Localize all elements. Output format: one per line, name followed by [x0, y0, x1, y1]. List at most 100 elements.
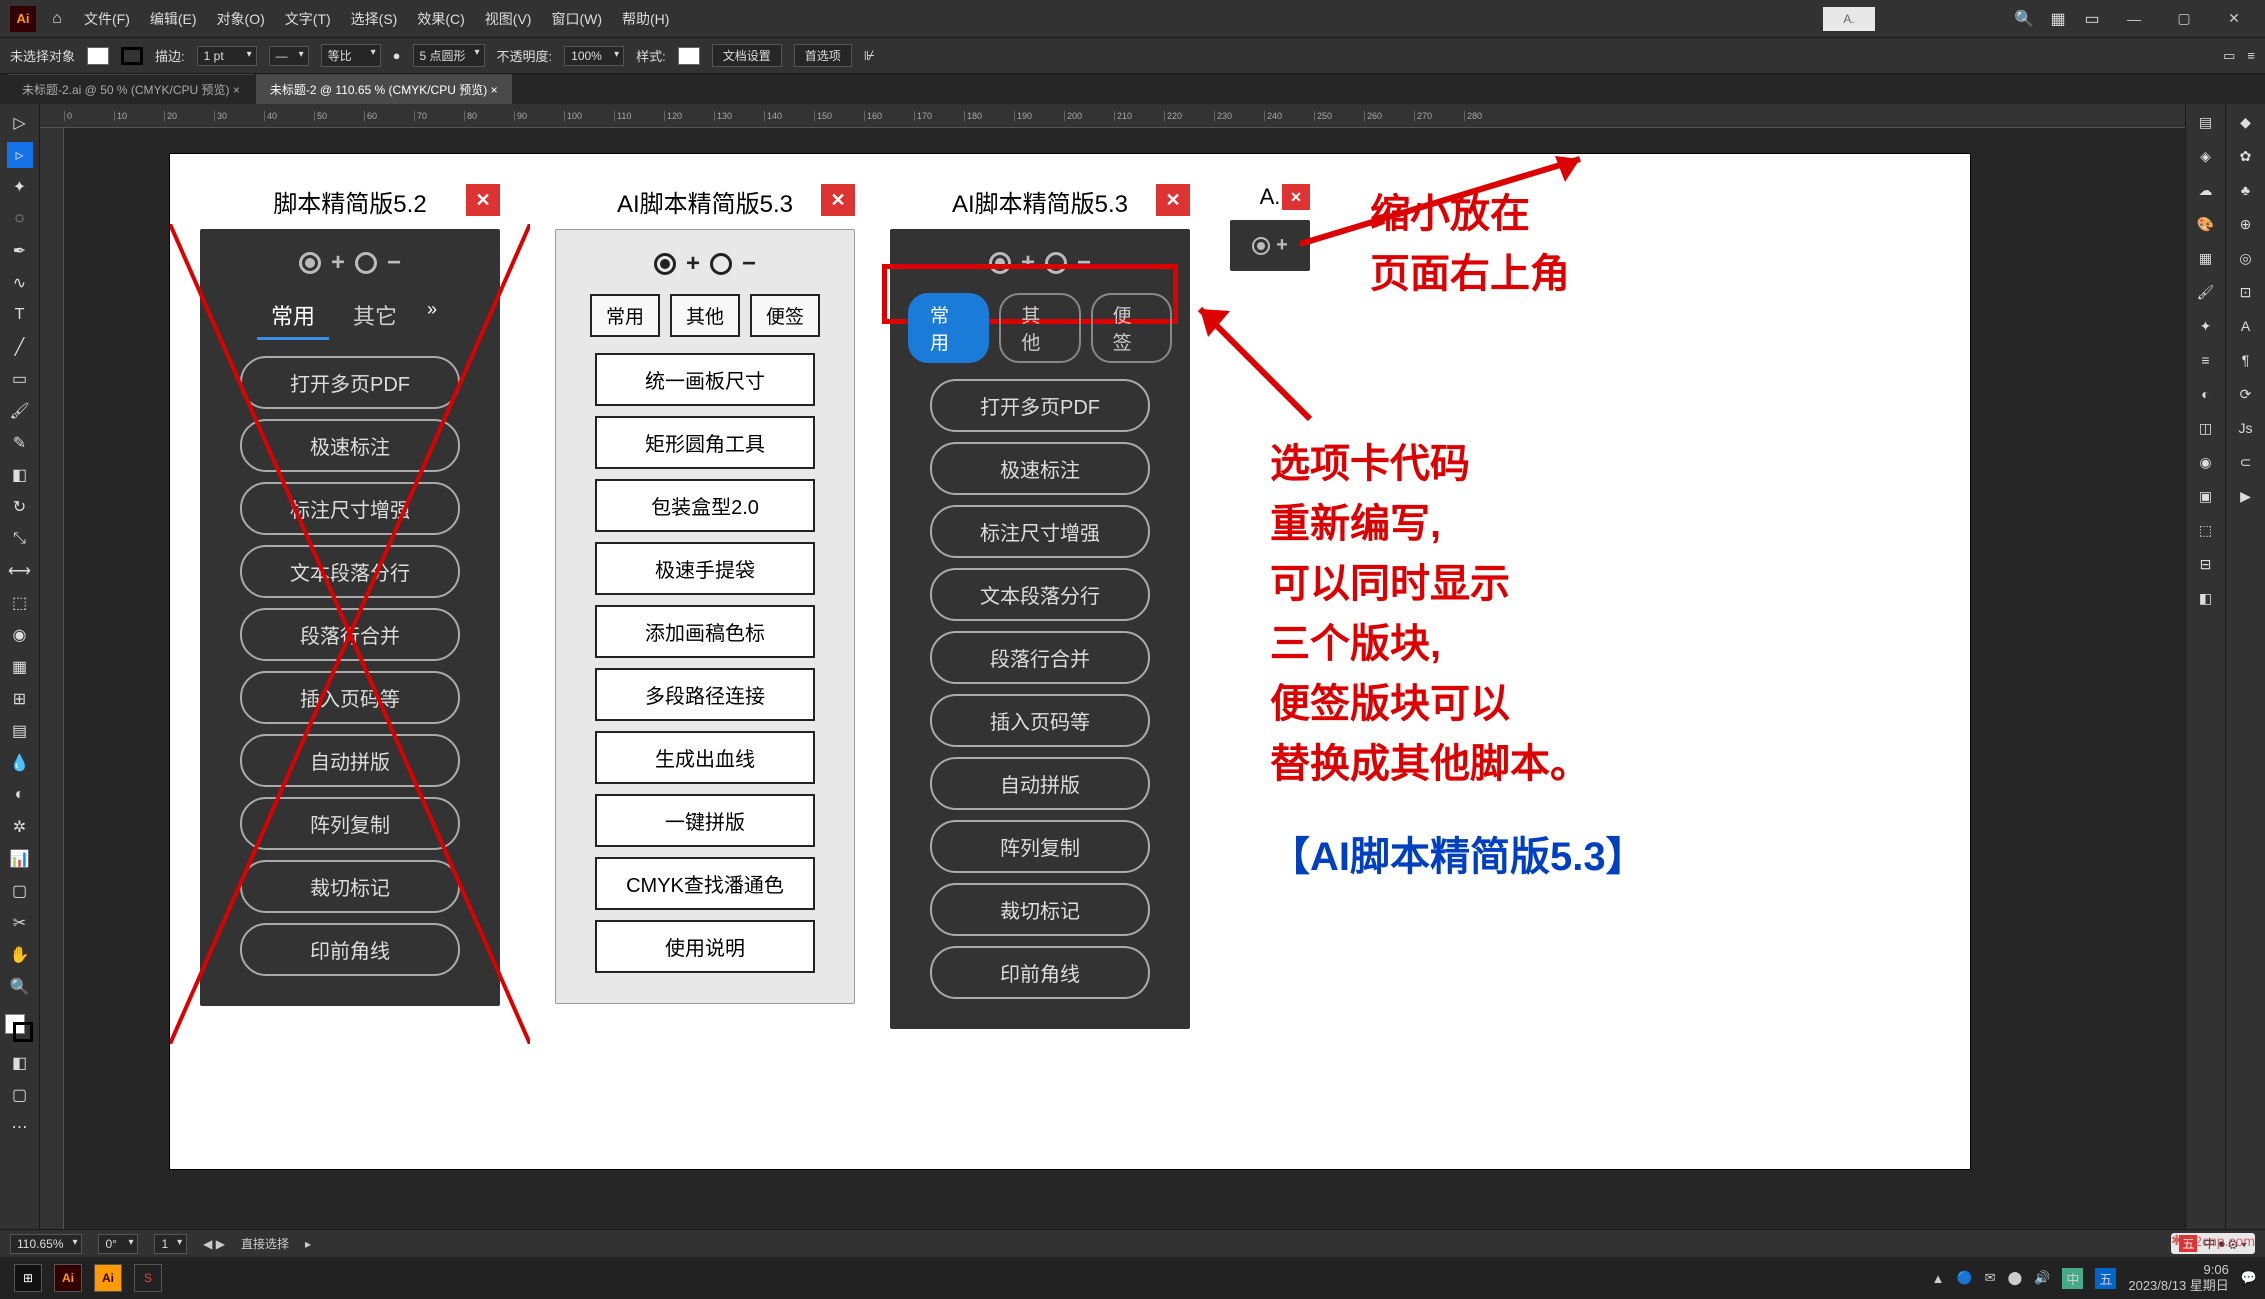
brushes-icon[interactable]: 🖌	[2194, 280, 2218, 304]
minimize-button[interactable]: —	[2113, 5, 2155, 33]
panel-icon-12[interactable]: ▶	[2234, 484, 2258, 508]
tab-53l-other[interactable]: 其他	[670, 294, 740, 337]
btn-bleed-line[interactable]: 生成出血线	[595, 731, 815, 784]
btn-multi-path-join[interactable]: 多段路径连接	[595, 668, 815, 721]
style-swatch[interactable]	[678, 47, 700, 65]
panel-53l-close[interactable]: ✕	[821, 184, 855, 216]
panel-icon-6[interactable]: ⊡	[2234, 280, 2258, 304]
menu-object[interactable]: 对象(O)	[211, 5, 271, 33]
mesh-tool[interactable]: ⊞	[7, 686, 33, 712]
fill-swatch[interactable]	[87, 47, 109, 65]
free-transform-tool[interactable]: ⬚	[7, 590, 33, 616]
tray-icon-4[interactable]: ⬤	[2008, 1270, 2023, 1286]
tray-icon-1[interactable]: ▲	[1932, 1271, 1945, 1286]
minimized-panel-a[interactable]: A.	[1823, 7, 1875, 31]
shape-builder-tool[interactable]: ◉	[7, 622, 33, 648]
graphic-styles-icon[interactable]: ▣	[2194, 484, 2218, 508]
arrange-icon[interactable]: ▦	[2045, 6, 2071, 32]
btn-dim-enhance-d[interactable]: 标注尺寸增强	[930, 505, 1150, 558]
slice-tool[interactable]: ✂	[7, 910, 33, 936]
pathfinder-icon[interactable]: ◧	[2194, 586, 2218, 610]
btn-array-copy[interactable]: 阵列复制	[240, 797, 460, 850]
radio-on[interactable]	[299, 252, 321, 274]
layers-icon[interactable]: ◈	[2194, 144, 2218, 168]
paintbrush-tool[interactable]: 🖌	[7, 398, 33, 424]
gradient-tool[interactable]: ▤	[7, 718, 33, 744]
hand-tool[interactable]: ✋	[7, 942, 33, 968]
btn-fast-annotate[interactable]: 极速标注	[240, 419, 460, 472]
btn-add-colorbar[interactable]: 添加画稿色标	[595, 605, 815, 658]
workspace-icon[interactable]: ▭	[2079, 6, 2105, 32]
artboard-tool[interactable]: ▢	[7, 878, 33, 904]
btn-crop-marks-d[interactable]: 裁切标记	[930, 883, 1150, 936]
radio-off-l[interactable]	[710, 253, 732, 275]
panel-icon-8[interactable]: ¶	[2234, 348, 2258, 372]
swatches-icon[interactable]: ▦	[2194, 246, 2218, 270]
radio-mini[interactable]	[1252, 237, 1270, 255]
maximize-button[interactable]: ▢	[2163, 5, 2205, 33]
doc-tab-1[interactable]: 未标题-2.ai @ 50 % (CMYK/CPU 预览) ×	[8, 74, 254, 104]
home-icon[interactable]: ⌂	[44, 6, 70, 32]
properties-icon[interactable]: ▤	[2194, 110, 2218, 134]
artboard-nav[interactable]: 1	[154, 1234, 187, 1254]
close-button[interactable]: ✕	[2213, 5, 2255, 33]
btn-handbag[interactable]: 极速手提袋	[595, 542, 815, 595]
taskbar-clock[interactable]: 9:06 2023/8/13 星期日	[2128, 1262, 2228, 1293]
tab-53d-notes[interactable]: 便签	[1091, 293, 1172, 363]
type-tool[interactable]: T	[7, 302, 33, 328]
stroke-width-dropdown[interactable]: 1 pt	[197, 46, 257, 66]
taskbar-ai-2[interactable]: Ai	[94, 1264, 122, 1292]
stroke-swatch[interactable]	[121, 47, 143, 65]
panel-icon-3[interactable]: ♣	[2234, 178, 2258, 202]
graph-tool[interactable]: 📊	[7, 846, 33, 872]
corner-dropdown[interactable]: 5 点圆形	[413, 44, 485, 67]
tab-53l-notes[interactable]: 便签	[750, 294, 820, 337]
color-mode-icon[interactable]: ◧	[7, 1050, 33, 1076]
panel-icon-7[interactable]: A	[2234, 314, 2258, 338]
btn-box-type[interactable]: 包装盒型2.0	[595, 479, 815, 532]
color-icon[interactable]: 🎨	[2194, 212, 2218, 236]
tray-lang2[interactable]: 五	[2095, 1268, 2116, 1289]
rotate-tool[interactable]: ↻	[7, 494, 33, 520]
fill-stroke-control[interactable]	[5, 1014, 35, 1044]
tab-53d-other[interactable]: 其他	[999, 293, 1080, 363]
btn-text-split-d[interactable]: 文本段落分行	[930, 568, 1150, 621]
symbols-icon[interactable]: ✦	[2194, 314, 2218, 338]
taskbar-app-3[interactable]: S	[134, 1264, 162, 1292]
menu-edit[interactable]: 编辑(E)	[144, 5, 203, 33]
menu-view[interactable]: 视图(V)	[479, 5, 538, 33]
doc-setup-button[interactable]: 文档设置	[712, 44, 782, 67]
tray-ime[interactable]: 中	[2062, 1268, 2083, 1289]
rectangle-tool[interactable]: ▭	[7, 366, 33, 392]
stroke-panel-icon[interactable]: ≡	[2194, 348, 2218, 372]
edit-toolbar-icon[interactable]: ⋯	[7, 1114, 33, 1140]
btn-fast-annotate-d[interactable]: 极速标注	[930, 442, 1150, 495]
tray-icon-3[interactable]: ✉	[1985, 1270, 1996, 1286]
direct-selection-tool[interactable]: ▹	[7, 142, 33, 168]
btn-unify-artboard[interactable]: 统一画板尺寸	[595, 353, 815, 406]
panel-icon-5[interactable]: ◎	[2234, 246, 2258, 270]
tab-52-other[interactable]: 其它	[339, 293, 411, 340]
eraser-tool[interactable]: ◧	[7, 462, 33, 488]
btn-cmyk-pantone[interactable]: CMYK查找潘通色	[595, 857, 815, 910]
btn-open-pdf-d[interactable]: 打开多页PDF	[930, 379, 1150, 432]
uniform-dropdown[interactable]: 等比	[321, 44, 381, 67]
menu-type[interactable]: 文字(T)	[279, 5, 337, 33]
btn-prepress-corner[interactable]: 印前角线	[240, 923, 460, 976]
zoom-tool[interactable]: 🔍	[7, 974, 33, 1000]
align-icon[interactable]: ⊮	[864, 48, 875, 64]
btn-insert-pageno-d[interactable]: 插入页码等	[930, 694, 1150, 747]
blend-tool[interactable]: ◐	[7, 782, 33, 808]
menu-select[interactable]: 选择(S)	[345, 5, 404, 33]
rotate-view[interactable]: 0°	[98, 1234, 138, 1254]
menu-window[interactable]: 窗口(W)	[545, 5, 608, 33]
btn-auto-imposition[interactable]: 自动拼版	[240, 734, 460, 787]
tab-53d-common[interactable]: 常用	[908, 293, 989, 363]
btn-dim-enhance[interactable]: 标注尺寸增强	[240, 482, 460, 535]
prefs-button[interactable]: 首选项	[794, 44, 852, 67]
btn-help[interactable]: 使用说明	[595, 920, 815, 973]
opacity-value[interactable]: 100%	[564, 46, 624, 66]
panel-icon-1[interactable]: ◆	[2234, 110, 2258, 134]
lasso-tool[interactable]: ◌	[7, 206, 33, 232]
libraries-icon[interactable]: ☁	[2194, 178, 2218, 202]
